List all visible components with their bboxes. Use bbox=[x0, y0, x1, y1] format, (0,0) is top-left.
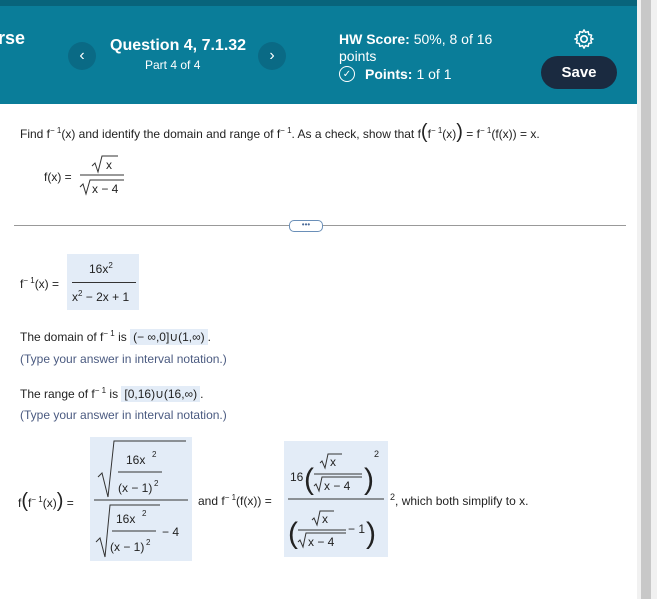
save-button[interactable]: Save bbox=[541, 56, 617, 89]
domain-answer-box[interactable]: (− ∞,0]∪(1,∞) bbox=[130, 329, 208, 345]
hw-score-label: HW Score: bbox=[339, 31, 410, 47]
problem-text-1: Find f bbox=[20, 127, 51, 141]
exponent-2: 2 bbox=[146, 538, 151, 547]
exponent-2: 2 bbox=[78, 289, 83, 298]
composition-expression-2: 16 ( x x − 4 ) 2 ( x x − 4 − 1 ) bbox=[288, 449, 384, 550]
hw-points-word: points bbox=[339, 48, 377, 64]
exponent-2: 2 bbox=[152, 450, 157, 459]
next-question-button[interactable]: › bbox=[258, 42, 286, 70]
question-title: Question 4, 7.1.32 bbox=[110, 37, 247, 54]
inverse-numerator-text: 16x bbox=[89, 262, 109, 276]
ellipsis-icon[interactable]: ••• bbox=[289, 220, 323, 232]
exponent-2: 2 bbox=[154, 479, 159, 488]
given-function-fraction: x x − 4 bbox=[79, 155, 124, 196]
minus-1: − 1 bbox=[348, 522, 365, 536]
inverse-fraction-bar bbox=[72, 282, 136, 283]
range-answer-box[interactable]: [0,16)∪(16,∞) bbox=[121, 386, 201, 402]
inverse-exponent: − 1 bbox=[94, 386, 107, 395]
radical-sign bbox=[91, 155, 118, 174]
hw-score-value: 50%, 8 of 16 bbox=[413, 31, 493, 47]
problem-text-5: = f bbox=[466, 127, 480, 141]
sqrt-x-text: x bbox=[106, 158, 112, 172]
range-hint: (Type your answer in interval notation.) bbox=[20, 408, 227, 422]
and-text: and f bbox=[198, 494, 225, 508]
scrollbar-thumb[interactable] bbox=[641, 0, 651, 599]
left-paren: ( bbox=[304, 463, 314, 496]
sqrt-x-minus-4-text: x − 4 bbox=[324, 479, 351, 493]
gear-icon[interactable] bbox=[573, 28, 595, 50]
numerator-16x: 16x bbox=[116, 512, 135, 526]
minus-4: − 4 bbox=[162, 525, 179, 539]
inverse-exponent: − 1 bbox=[50, 126, 62, 135]
chevron-left-icon: ‹ bbox=[79, 47, 85, 64]
question-points: ✓ Points: 1 of 1 bbox=[339, 66, 451, 82]
comma: , bbox=[395, 494, 399, 508]
inverse-exponent: − 1 bbox=[430, 126, 443, 135]
range-is: is bbox=[106, 387, 122, 401]
inverse-exponent: − 1 bbox=[479, 126, 492, 135]
exponent-2: 2 bbox=[108, 261, 113, 270]
inverse-lhs: f− 1(x) = bbox=[20, 276, 60, 291]
denominator-x-minus-1: (x − 1) bbox=[110, 540, 144, 554]
check-lhs: f(f− 1(x)) = bbox=[18, 490, 74, 512]
inverse-exponent: − 1 bbox=[224, 493, 237, 502]
sqrt-x-minus-4-text: x − 4 bbox=[308, 535, 335, 549]
given-function-lhs: f(x) = bbox=[44, 170, 72, 184]
inverse-lhs-rest: (x) = bbox=[34, 277, 60, 291]
denominator-x-minus-1: (x − 1) bbox=[118, 481, 152, 495]
points-label: Points: bbox=[365, 66, 413, 82]
problem-text-3: . As a check, show that f bbox=[291, 127, 421, 141]
inverse-exponent: − 1 bbox=[280, 126, 292, 135]
problem-text-6: (f(x)) = x. bbox=[491, 127, 540, 141]
left-paren: ( bbox=[288, 517, 298, 550]
points-value: 1 of 1 bbox=[416, 66, 452, 82]
problem-text-4: (x) bbox=[442, 127, 457, 141]
hw-score: HW Score: 50%, 8 of 16 bbox=[339, 30, 492, 48]
exponent-2: 2 bbox=[390, 492, 396, 502]
inverse-denominator-rest: − 2x + 1 bbox=[82, 290, 130, 304]
sqrt-x-text: x bbox=[330, 455, 336, 469]
inverse-exponent: − 1 bbox=[23, 276, 35, 285]
exponent-2: 2 bbox=[142, 509, 147, 518]
composition-expression-1: 16x 2 (x − 1) 2 16x 2 (x − 1) 2 − 4 bbox=[94, 440, 188, 558]
inverse-numerator: 16x2 bbox=[89, 261, 113, 276]
sqrt-x-minus-4-text: x − 4 bbox=[92, 182, 119, 196]
inverse-denominator: x2 − 2x + 1 bbox=[72, 289, 130, 304]
problem-statement: Find f− 1(x) and identify the domain and… bbox=[20, 121, 540, 143]
numerator-16x: 16x bbox=[126, 453, 145, 467]
right-paren: ) bbox=[364, 463, 374, 496]
chevron-right-icon: › bbox=[269, 47, 275, 64]
domain-prefix: The domain of f bbox=[20, 330, 104, 344]
previous-question-button[interactable]: ‹ bbox=[68, 42, 96, 70]
sixteen: 16 bbox=[290, 470, 304, 484]
check-circle-icon: ✓ bbox=[339, 66, 355, 82]
both-simplify-text: which both simplify to x. bbox=[401, 494, 529, 508]
question-header: rse ‹ Question 4, 7.1.32 Part 4 of 4 › H… bbox=[0, 0, 637, 104]
header-top-stripe bbox=[0, 0, 637, 6]
problem-text-2: (x) and identify the domain and range of… bbox=[61, 127, 281, 141]
conclusion-text: 2, which both simplify to x. bbox=[390, 492, 529, 508]
inverse-exponent: − 1 bbox=[103, 329, 115, 338]
domain-is: is bbox=[114, 330, 131, 344]
range-statement: The range of f− 1 is [0,16)∪(16,∞). bbox=[20, 386, 204, 402]
domain-statement: The domain of f− 1 is (− ∞,0]∪(1,∞). bbox=[20, 329, 211, 345]
question-part: Part 4 of 4 bbox=[145, 58, 201, 72]
right-paren: ) bbox=[366, 517, 376, 550]
and-f-inverse: and f− 1(f(x)) = bbox=[198, 493, 272, 508]
check-lhs-x: (x) bbox=[42, 496, 57, 510]
fx-equals: (f(x)) = bbox=[236, 494, 272, 508]
sqrt-x-text: x bbox=[322, 512, 328, 526]
inverse-exponent: − 1 bbox=[31, 495, 43, 504]
domain-hint: (Type your answer in interval notation.) bbox=[20, 352, 227, 366]
range-prefix: The range of f bbox=[20, 387, 95, 401]
course-title-fragment: rse bbox=[0, 28, 26, 48]
exponent-2: 2 bbox=[374, 449, 379, 459]
